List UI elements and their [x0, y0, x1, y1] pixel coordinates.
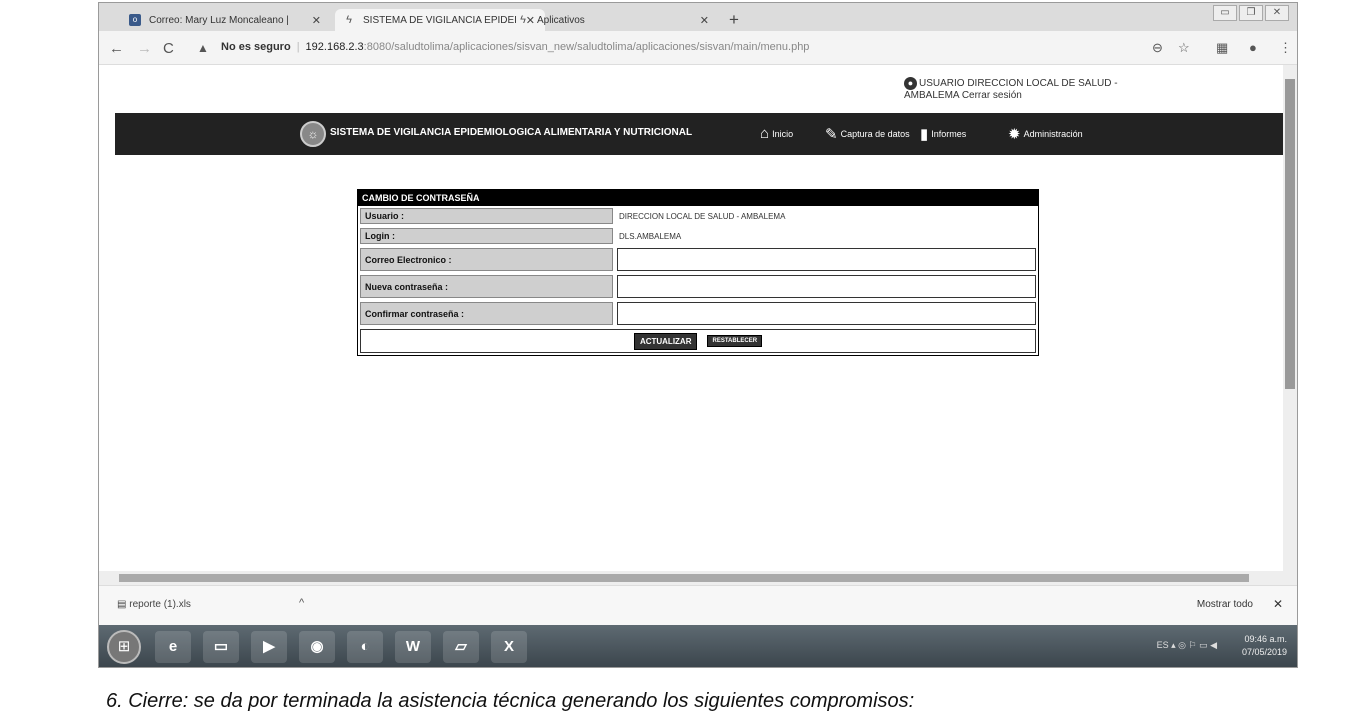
form-row-new-password: Nueva contraseña : [358, 273, 1038, 300]
field-label: Nueva contraseña : [360, 275, 613, 298]
menu-administracion[interactable]: ✹ Administración [1008, 125, 1083, 143]
horizontal-scrollbar[interactable] [99, 571, 1285, 585]
tab-correo[interactable]: o Correo: Mary Luz Moncaleano | ✕ [121, 9, 331, 31]
download-item[interactable]: ▤ reporte (1).xls [117, 599, 191, 610]
tab-bar: o Correo: Mary Luz Moncaleano | ✕ ϟ SIST… [99, 3, 1297, 31]
page-content: ● USUARIO DIRECCION LOCAL DE SALUD - AMBA… [99, 65, 1283, 585]
tab-label: Correo: Mary Luz Moncaleano | [149, 14, 289, 26]
password-change-form: CAMBIO DE CONTRASEÑA Usuario : DIRECCION… [357, 189, 1039, 356]
app-navbar: ☼ SISTEMA DE VIGILANCIA EPIDEMIOLOGICA A… [115, 113, 1283, 155]
field-label: Confirmar contraseña : [360, 302, 613, 325]
new-password-field[interactable] [617, 275, 1036, 298]
star-icon[interactable]: ☆ [1178, 40, 1190, 56]
outlook-icon: o [129, 14, 141, 26]
url-field[interactable]: No es seguro | 192.168.2.3:8080/saludtolim… [221, 41, 809, 53]
usuario-value: DIRECCION LOCAL DE SALUD - AMBALEMA [619, 211, 786, 221]
folder-icon[interactable]: ▭ [203, 631, 239, 663]
document-caption: 6. Cierre: se da por terminada la asiste… [106, 690, 915, 712]
app-title: SISTEMA DE VIGILANCIA EPIDEMIOLOGICA ALI… [330, 127, 693, 138]
home-icon: ⌂ [760, 125, 770, 142]
browser-window: o Correo: Mary Luz Moncaleano | ✕ ϟ SIST… [98, 2, 1298, 668]
zoom-icon[interactable]: ⊖ [1152, 40, 1163, 56]
taskbar: ⊞ e ▭ ▶ ◉ ◐ W ▱ X ES ▴ ◎ ⚐ ▭ ◀ 09:46 a.m… [99, 625, 1297, 667]
user-icon: ● [904, 77, 917, 90]
reset-button[interactable]: RESTABLECER [707, 335, 763, 347]
excel-icon[interactable]: X [491, 631, 527, 663]
close-icon[interactable]: ✕ [700, 14, 709, 27]
menu-inicio[interactable]: ⌂ Inicio [760, 125, 793, 142]
form-row-usuario: Usuario : DIRECCION LOCAL DE SALUD - AMB… [358, 206, 1038, 226]
gear-icon: ✹ [1008, 126, 1021, 143]
show-all-button[interactable]: Mostrar todo [1197, 599, 1253, 610]
menu-captura[interactable]: ✎ Captura de datos [825, 125, 910, 143]
new-tab-icon[interactable]: + [729, 10, 739, 30]
extension-icon[interactable]: ▦ [1216, 40, 1228, 56]
confirm-password-field[interactable] [617, 302, 1036, 325]
tab-label: Aplicativos [537, 14, 585, 26]
close-window-icon[interactable]: ✕ [1265, 5, 1289, 21]
language-indicator[interactable]: ES [1157, 640, 1169, 650]
app-favicon-icon: ϟ [520, 14, 526, 26]
chevron-up-icon[interactable]: ^ [299, 597, 304, 609]
user-line2: AMBALEMA [904, 90, 960, 102]
download-filename: reporte (1).xls [129, 599, 191, 610]
firefox-icon[interactable]: ◐ [347, 631, 383, 663]
restore-icon[interactable]: ❐ [1239, 5, 1263, 21]
scroll-thumb[interactable] [1285, 79, 1295, 389]
form-row-email: Correo Electronico : [358, 246, 1038, 273]
download-bar: ▤ reporte (1).xls ^ Mostrar todo ✕ [99, 585, 1297, 625]
menu-label: Informes [931, 129, 967, 139]
url-host: 192.168.2.3 [305, 41, 364, 53]
form-row-confirm-password: Confirmar contraseña : [358, 300, 1038, 327]
tab-aplicativos[interactable]: ϟ Aplicativos ✕ [509, 9, 719, 31]
menu-label: Captura de datos [840, 129, 910, 139]
minimize-icon[interactable]: ▭ [1213, 5, 1237, 21]
explorer-icon[interactable]: ▱ [443, 631, 479, 663]
url-path: :8080/saludtolima/aplicaciones/sisvan_ne… [363, 41, 810, 53]
system-tray: ES ▴ ◎ ⚐ ▭ ◀ [1156, 640, 1217, 650]
update-button[interactable]: ACTUALIZAR [633, 332, 698, 350]
email-field[interactable] [617, 248, 1036, 271]
reload-icon[interactable]: C [163, 40, 174, 57]
menu-icon[interactable]: ⋮ [1279, 40, 1292, 56]
user-label: USUARIO DIRECCION LOCAL DE SALUD - [919, 78, 1118, 90]
menu-informes[interactable]: ▮ Informes [920, 125, 966, 143]
forward-icon[interactable]: → [137, 40, 152, 57]
back-icon[interactable]: ← [109, 40, 124, 57]
scroll-thumb[interactable] [119, 574, 1249, 582]
profile-icon[interactable]: ● [1249, 40, 1257, 55]
close-icon[interactable]: ✕ [1273, 597, 1283, 611]
app-logo-icon: ☼ [300, 121, 326, 147]
form-row-login: Login : DLS.AMBALEMA [358, 226, 1038, 246]
warning-icon: ▲ [197, 41, 209, 55]
form-actions: ACTUALIZAR RESTABLECER [360, 329, 1036, 353]
login-value: DLS.AMBALEMA [619, 231, 682, 241]
security-label: No es seguro [221, 41, 291, 53]
start-button[interactable]: ⊞ [107, 630, 141, 664]
user-info: ● USUARIO DIRECCION LOCAL DE SALUD - AMBA… [904, 77, 1118, 102]
field-label: Usuario : [360, 208, 613, 224]
address-bar: ← → C ▲ No es seguro | 192.168.2.3:8080/sa… [99, 31, 1297, 65]
edit-icon: ✎ [825, 126, 838, 143]
chrome-icon[interactable]: ◉ [299, 631, 335, 663]
field-label: Login : [360, 228, 613, 244]
word-icon[interactable]: W [395, 631, 431, 663]
clock-time: 09:46 a.m. [1244, 634, 1287, 644]
app-favicon-icon: ϟ [346, 14, 352, 26]
menu-label: Inicio [772, 128, 794, 139]
window-controls: ▭ ❐ ✕ [1213, 5, 1289, 21]
ie-icon[interactable]: e [155, 631, 191, 663]
media-player-icon[interactable]: ▶ [251, 631, 287, 663]
tab-label: SISTEMA DE VIGILANCIA EPIDEI [363, 14, 517, 26]
logout-link[interactable]: Cerrar sesión [962, 90, 1022, 101]
menu-label: Administración [1023, 129, 1083, 139]
bar-chart-icon: ▮ [920, 126, 929, 143]
clock-date: 07/05/2019 [1241, 647, 1287, 657]
close-icon[interactable]: ✕ [312, 14, 321, 27]
field-label: Correo Electronico : [360, 248, 613, 271]
form-title: CAMBIO DE CONTRASEÑA [358, 190, 1038, 206]
excel-file-icon: ▤ [117, 599, 130, 610]
clock[interactable]: 09:46 a.m. 07/05/2019 [1242, 633, 1287, 659]
vertical-scrollbar[interactable] [1283, 65, 1297, 585]
